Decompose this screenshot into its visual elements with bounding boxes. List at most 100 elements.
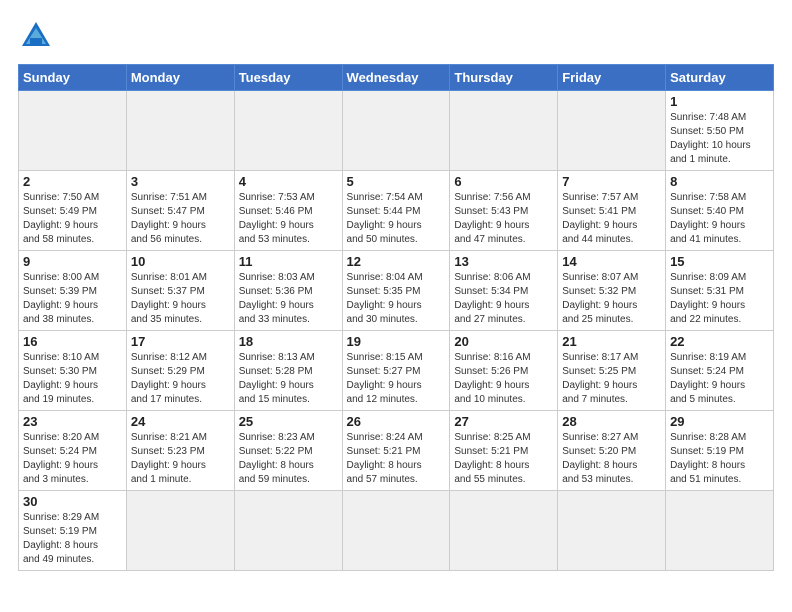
table-row: 21 Sunrise: 8:17 AM Sunset: 5:25 PM Dayli… [558, 331, 666, 411]
day-number: 4 [239, 174, 338, 189]
table-row: 13 Sunrise: 8:06 AM Sunset: 5:34 PM Dayli… [450, 251, 558, 331]
day-number: 8 [670, 174, 769, 189]
day-info: Sunrise: 7:54 AM Sunset: 5:44 PM Dayligh… [347, 191, 446, 247]
col-saturday: Saturday [666, 65, 774, 91]
page: Sunday Monday Tuesday Wednesday Thursday… [0, 0, 792, 581]
day-info: Sunrise: 7:50 AM Sunset: 5:49 PM Dayligh… [23, 191, 122, 247]
logo [18, 18, 58, 54]
day-number: 14 [562, 254, 661, 269]
day-info: Sunrise: 7:57 AM Sunset: 5:41 PM Dayligh… [562, 191, 661, 247]
day-info: Sunrise: 8:25 AM Sunset: 5:21 PM Dayligh… [454, 431, 553, 487]
day-info: Sunrise: 7:53 AM Sunset: 5:46 PM Dayligh… [239, 191, 338, 247]
day-number: 18 [239, 334, 338, 349]
day-number: 23 [23, 414, 122, 429]
day-number: 10 [131, 254, 230, 269]
day-info: Sunrise: 8:17 AM Sunset: 5:25 PM Dayligh… [562, 351, 661, 407]
table-row: 29 Sunrise: 8:28 AM Sunset: 5:19 PM Dayli… [666, 411, 774, 491]
day-number: 26 [347, 414, 446, 429]
table-row [558, 491, 666, 571]
day-info: Sunrise: 7:51 AM Sunset: 5:47 PM Dayligh… [131, 191, 230, 247]
day-number: 30 [23, 494, 122, 509]
table-row [234, 491, 342, 571]
day-info: Sunrise: 8:16 AM Sunset: 5:26 PM Dayligh… [454, 351, 553, 407]
day-info: Sunrise: 8:01 AM Sunset: 5:37 PM Dayligh… [131, 271, 230, 327]
day-info: Sunrise: 8:03 AM Sunset: 5:36 PM Dayligh… [239, 271, 338, 327]
day-info: Sunrise: 7:56 AM Sunset: 5:43 PM Dayligh… [454, 191, 553, 247]
table-row: 10 Sunrise: 8:01 AM Sunset: 5:37 PM Dayli… [126, 251, 234, 331]
day-info: Sunrise: 8:06 AM Sunset: 5:34 PM Dayligh… [454, 271, 553, 327]
table-row: 20 Sunrise: 8:16 AM Sunset: 5:26 PM Dayli… [450, 331, 558, 411]
day-info: Sunrise: 8:10 AM Sunset: 5:30 PM Dayligh… [23, 351, 122, 407]
table-row [234, 91, 342, 171]
table-row: 18 Sunrise: 8:13 AM Sunset: 5:28 PM Dayli… [234, 331, 342, 411]
day-info: Sunrise: 8:27 AM Sunset: 5:20 PM Dayligh… [562, 431, 661, 487]
day-number: 9 [23, 254, 122, 269]
day-number: 5 [347, 174, 446, 189]
table-row: 27 Sunrise: 8:25 AM Sunset: 5:21 PM Dayli… [450, 411, 558, 491]
day-info: Sunrise: 8:07 AM Sunset: 5:32 PM Dayligh… [562, 271, 661, 327]
day-info: Sunrise: 7:58 AM Sunset: 5:40 PM Dayligh… [670, 191, 769, 247]
day-info: Sunrise: 7:48 AM Sunset: 5:50 PM Dayligh… [670, 111, 769, 167]
table-row [342, 91, 450, 171]
day-number: 15 [670, 254, 769, 269]
day-number: 6 [454, 174, 553, 189]
day-number: 22 [670, 334, 769, 349]
table-row: 8 Sunrise: 7:58 AM Sunset: 5:40 PM Daylig… [666, 171, 774, 251]
day-number: 13 [454, 254, 553, 269]
table-row: 11 Sunrise: 8:03 AM Sunset: 5:36 PM Dayli… [234, 251, 342, 331]
table-row: 17 Sunrise: 8:12 AM Sunset: 5:29 PM Dayli… [126, 331, 234, 411]
table-row [19, 91, 127, 171]
table-row [342, 491, 450, 571]
day-info: Sunrise: 8:00 AM Sunset: 5:39 PM Dayligh… [23, 271, 122, 327]
day-info: Sunrise: 8:12 AM Sunset: 5:29 PM Dayligh… [131, 351, 230, 407]
col-thursday: Thursday [450, 65, 558, 91]
day-info: Sunrise: 8:28 AM Sunset: 5:19 PM Dayligh… [670, 431, 769, 487]
table-row [126, 91, 234, 171]
day-number: 29 [670, 414, 769, 429]
day-info: Sunrise: 8:04 AM Sunset: 5:35 PM Dayligh… [347, 271, 446, 327]
table-row [558, 91, 666, 171]
table-row: 16 Sunrise: 8:10 AM Sunset: 5:30 PM Dayli… [19, 331, 127, 411]
logo-icon [18, 18, 54, 54]
day-number: 21 [562, 334, 661, 349]
table-row: 30Sunrise: 8:29 AM Sunset: 5:19 PM Dayli… [19, 491, 127, 571]
day-info: Sunrise: 8:19 AM Sunset: 5:24 PM Dayligh… [670, 351, 769, 407]
table-row: 25 Sunrise: 8:23 AM Sunset: 5:22 PM Dayli… [234, 411, 342, 491]
table-row: 22 Sunrise: 8:19 AM Sunset: 5:24 PM Dayli… [666, 331, 774, 411]
day-info: Sunrise: 8:20 AM Sunset: 5:24 PM Dayligh… [23, 431, 122, 487]
col-friday: Friday [558, 65, 666, 91]
day-info: Sunrise: 8:24 AM Sunset: 5:21 PM Dayligh… [347, 431, 446, 487]
day-number: 12 [347, 254, 446, 269]
day-number: 28 [562, 414, 661, 429]
table-row: 19 Sunrise: 8:15 AM Sunset: 5:27 PM Dayli… [342, 331, 450, 411]
table-row: 24Sunrise: 8:21 AM Sunset: 5:23 PM Dayli… [126, 411, 234, 491]
table-row: 23 Sunrise: 8:20 AM Sunset: 5:24 PM Dayli… [19, 411, 127, 491]
col-tuesday: Tuesday [234, 65, 342, 91]
day-number: 20 [454, 334, 553, 349]
table-row [666, 491, 774, 571]
day-info: Sunrise: 8:13 AM Sunset: 5:28 PM Dayligh… [239, 351, 338, 407]
day-number: 16 [23, 334, 122, 349]
table-row [450, 491, 558, 571]
calendar: Sunday Monday Tuesday Wednesday Thursday… [18, 64, 774, 571]
col-monday: Monday [126, 65, 234, 91]
day-info: Sunrise: 8:15 AM Sunset: 5:27 PM Dayligh… [347, 351, 446, 407]
col-sunday: Sunday [19, 65, 127, 91]
day-number: 19 [347, 334, 446, 349]
day-number: 25 [239, 414, 338, 429]
table-row: 26 Sunrise: 8:24 AM Sunset: 5:21 PM Dayli… [342, 411, 450, 491]
day-info: Sunrise: 8:09 AM Sunset: 5:31 PM Dayligh… [670, 271, 769, 327]
table-row [450, 91, 558, 171]
table-row: 4 Sunrise: 7:53 AM Sunset: 5:46 PM Daylig… [234, 171, 342, 251]
table-row [126, 491, 234, 571]
table-row: 28 Sunrise: 8:27 AM Sunset: 5:20 PM Dayli… [558, 411, 666, 491]
day-number: 27 [454, 414, 553, 429]
table-row: 7Sunrise: 7:57 AM Sunset: 5:41 PM Daylig… [558, 171, 666, 251]
table-row: 15 Sunrise: 8:09 AM Sunset: 5:31 PM Dayli… [666, 251, 774, 331]
table-row: 5 Sunrise: 7:54 AM Sunset: 5:44 PM Daylig… [342, 171, 450, 251]
day-number: 11 [239, 254, 338, 269]
day-number: 17 [131, 334, 230, 349]
col-wednesday: Wednesday [342, 65, 450, 91]
day-number: 24 [131, 414, 230, 429]
day-info: Sunrise: 8:23 AM Sunset: 5:22 PM Dayligh… [239, 431, 338, 487]
